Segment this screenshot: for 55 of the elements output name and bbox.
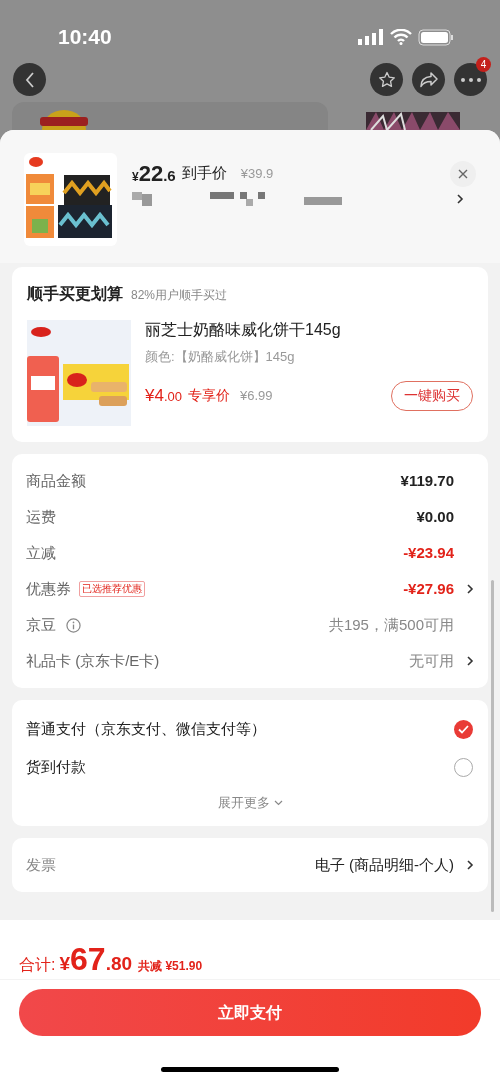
total-label: 合计: [19,955,56,975]
more-icon [460,77,481,82]
check-icon [458,724,469,734]
star-icon [376,69,397,90]
share-button[interactable] [412,63,445,96]
final-price: ¥22.6 [132,160,176,188]
fee-label: 立减 [26,542,56,563]
section-title: 顺手买更划算 [27,284,123,304]
chevron-right-icon [456,193,464,205]
payment-option[interactable]: 货到付款 [26,748,474,786]
invoice-label: 发票 [26,854,56,875]
total-savings: 共减 ¥51.90 [138,958,203,975]
fee-label: 京豆 [26,614,56,635]
close-button[interactable] [450,160,476,187]
addon-price: ¥4.00 [145,384,182,407]
back-button[interactable] [13,63,46,96]
fee-value: 共195，满500可用 [328,614,454,635]
fee-label: 优惠券 [26,578,71,599]
favorite-button[interactable] [370,63,403,96]
invoice-row[interactable]: 发票 电子 (商品明细-个人) [12,838,488,892]
chevron-right-icon [466,583,474,595]
notification-badge: 4 [476,57,491,72]
wifi-icon [390,29,412,45]
total-price: ¥67.80 [59,940,133,979]
fee-value: ¥0.00 [416,506,454,527]
fee-label: 商品金额 [26,470,86,491]
addon-product-name: 丽芝士奶酪味威化饼干145g [145,320,342,340]
fee-value: -¥27.96 [403,578,454,599]
expand-more-button[interactable]: 展开更多 [217,790,283,816]
addon-original-price: ¥6.99 [240,386,273,405]
fee-label: 礼品卡 (京东卡/E卡) [26,650,160,671]
chevron-right-icon [466,655,474,667]
share-icon [418,70,439,89]
fee-value: ¥119.70 [400,470,454,491]
pay-now-button[interactable]: 立即支付 [19,989,481,1036]
close-icon [458,168,468,179]
battery-icon [418,28,454,46]
fee-label: 运费 [26,506,56,527]
signal-icon [358,29,384,45]
original-price: ¥39.9 [240,164,274,183]
back-icon [24,71,35,88]
fee-value: 无可用 [409,650,454,671]
recommended-tag: 已选推荐优惠 [79,581,145,597]
payment-option[interactable]: 普通支付（京东支付、微信支付等） [26,710,474,748]
info-icon [66,617,81,633]
status-time: 10:40 [58,24,112,51]
addon-price-label: 专享价 [188,386,230,405]
price-label: 到手价 [181,163,227,184]
invoice-value: 电子 (商品明细-个人) [314,854,454,875]
fee-value: -¥23.94 [403,542,454,563]
radio-button[interactable] [454,719,473,739]
addon-product-spec: 颜色:【奶酪威化饼】145g [145,348,296,366]
section-subtitle: 82%用户顺手买过 [131,287,228,304]
caret-icon [273,800,283,806]
chevron-right-icon [466,859,474,871]
